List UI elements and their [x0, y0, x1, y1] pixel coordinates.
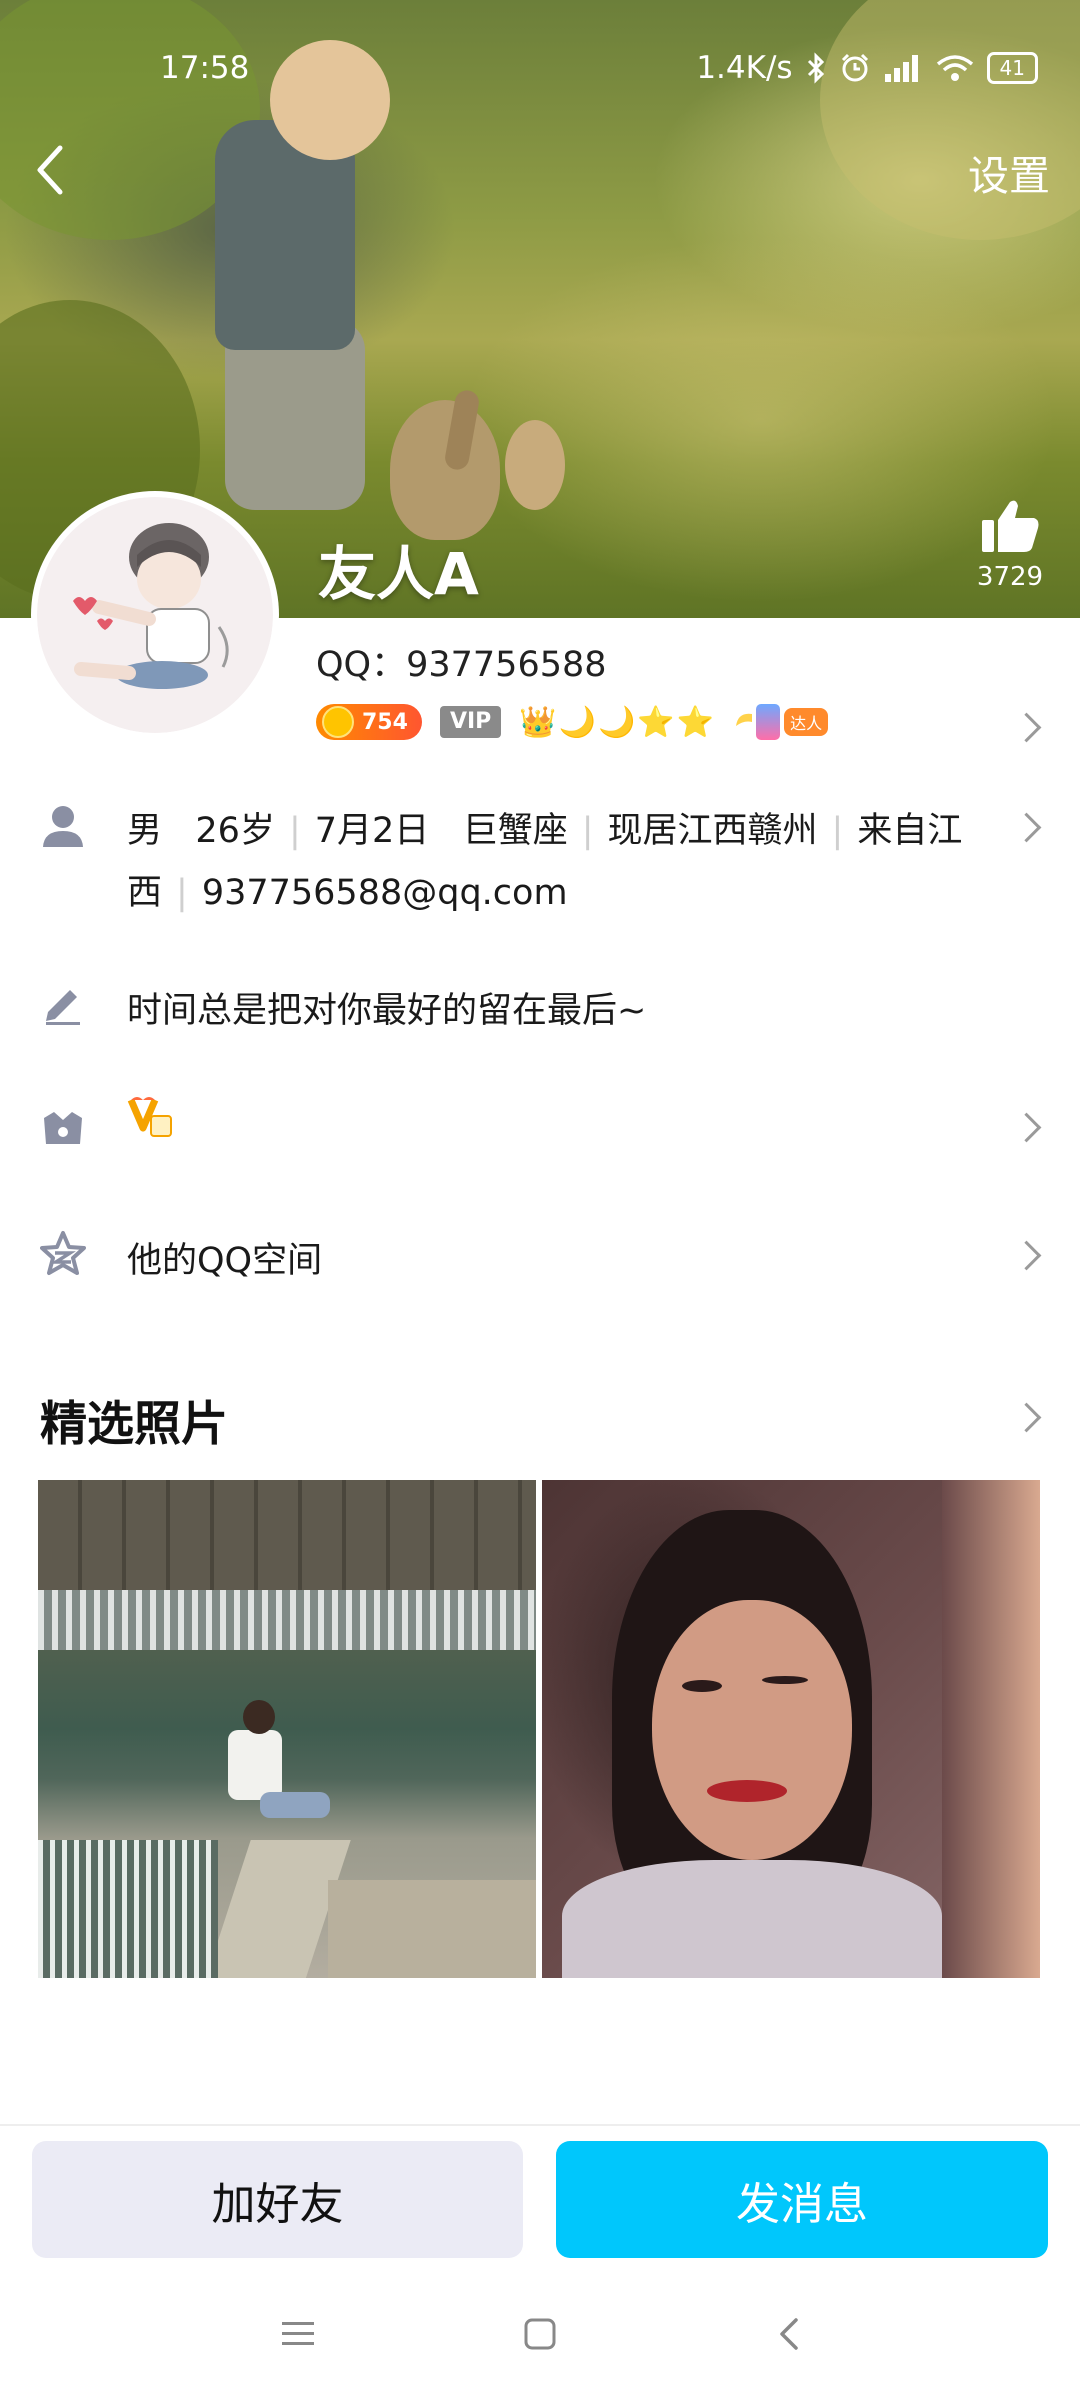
signature-text: 时间总是把对你最好的留在最后~: [127, 991, 647, 1031]
status-time: 17:58: [160, 50, 250, 86]
bluetooth-icon: [807, 52, 824, 84]
wing-icon: [736, 713, 753, 726]
featured-photo[interactable]: [38, 1480, 536, 1978]
zodiac: 巨蟹座: [462, 811, 568, 851]
talent-tag: 达人: [784, 708, 829, 736]
photo-foreground: [942, 1480, 1040, 1978]
photo-person: [260, 1792, 330, 1818]
profile-details[interactable]: 男 26岁 | 7月2日 巨蟹座 | 现居江西赣州 | 来自江西 | 937756588@qq.…: [127, 800, 1007, 924]
cover-figure: [270, 40, 390, 160]
chevron-right-icon[interactable]: [1011, 1402, 1042, 1433]
qq-number: QQ：937756588: [316, 645, 607, 685]
photo-person: [228, 1730, 282, 1800]
status-icons: 1.4K/s 41: [696, 50, 1038, 86]
vip-badge: VIP: [439, 706, 502, 738]
cover-gosling: [390, 400, 500, 540]
divider: |: [176, 873, 188, 913]
avatar[interactable]: [37, 497, 273, 733]
like-button[interactable]: 3729: [970, 498, 1050, 592]
residence: 现居江西赣州: [607, 811, 818, 851]
section-title-photos: 精选照片: [40, 1397, 228, 1452]
thumbs-up-icon: [982, 500, 1039, 552]
home-icon[interactable]: [520, 2314, 560, 2354]
system-nav-bar: [0, 2276, 1080, 2400]
nav-back-icon[interactable]: [770, 2314, 810, 2354]
points-badge: 754: [316, 704, 422, 740]
photo-eye: [762, 1676, 808, 1684]
alarm-icon: [841, 53, 868, 82]
badge-row[interactable]: 754 VIP 👑🌙🌙⭐⭐ 达人: [316, 704, 829, 740]
photo-ground: [328, 1880, 536, 1978]
gender: 男: [127, 811, 163, 851]
chevron-right-icon[interactable]: [1011, 1112, 1042, 1143]
photo-wall: [38, 1480, 536, 1590]
qzone-link[interactable]: 他的QQ空间: [127, 1232, 322, 1283]
featured-photo[interactable]: [542, 1480, 1040, 1978]
divider: |: [831, 811, 844, 851]
email: 937756588@qq.com: [201, 873, 568, 913]
pencil-icon: [46, 990, 80, 1025]
like-count: 3729: [976, 562, 1044, 592]
chevron-right-icon[interactable]: [1011, 712, 1042, 743]
vip-year-icon: [127, 1097, 172, 1137]
age: 26岁: [195, 811, 275, 851]
talent-badge: 达人: [734, 704, 829, 740]
photo-eye: [682, 1680, 722, 1692]
divider: |: [581, 811, 594, 851]
photo-person: [243, 1700, 275, 1734]
points-value: 754: [362, 709, 408, 735]
back-arrow-icon[interactable]: [22, 140, 82, 200]
photo-waterfall: [38, 1590, 536, 1650]
phone-icon: [756, 704, 781, 740]
network-speed: 1.4K/s: [696, 50, 793, 86]
settings-button[interactable]: 设置: [968, 142, 1050, 202]
nickname: 友人A: [318, 540, 479, 608]
crown-box-icon: [44, 1112, 82, 1144]
coin-icon: [322, 706, 354, 738]
send-message-button[interactable]: 发消息: [556, 2141, 1048, 2258]
cover-foliage: [820, 0, 1080, 240]
photo-face: [652, 1600, 852, 1860]
wifi-icon: [936, 55, 973, 81]
divider: |: [288, 811, 301, 851]
photo-clothing: [562, 1860, 942, 1978]
cover-gosling: [505, 420, 565, 510]
chevron-right-icon[interactable]: [1011, 812, 1042, 843]
battery-icon: 41: [986, 52, 1038, 84]
add-friend-button[interactable]: 加好友: [32, 2141, 523, 2258]
level-icons: 👑🌙🌙⭐⭐: [519, 704, 717, 740]
signal-icon: [884, 55, 918, 82]
chevron-right-icon[interactable]: [1011, 1240, 1042, 1271]
person-icon: [43, 806, 83, 847]
menu-icon[interactable]: [278, 2316, 318, 2352]
photo-waterfall: [38, 1840, 218, 1978]
avatar-illustration: [37, 497, 273, 733]
qzone-star-icon: [40, 1231, 86, 1275]
avatar-drawing: [73, 523, 229, 689]
photo-lips: [707, 1780, 787, 1802]
birthday: 7月2日: [314, 811, 430, 851]
